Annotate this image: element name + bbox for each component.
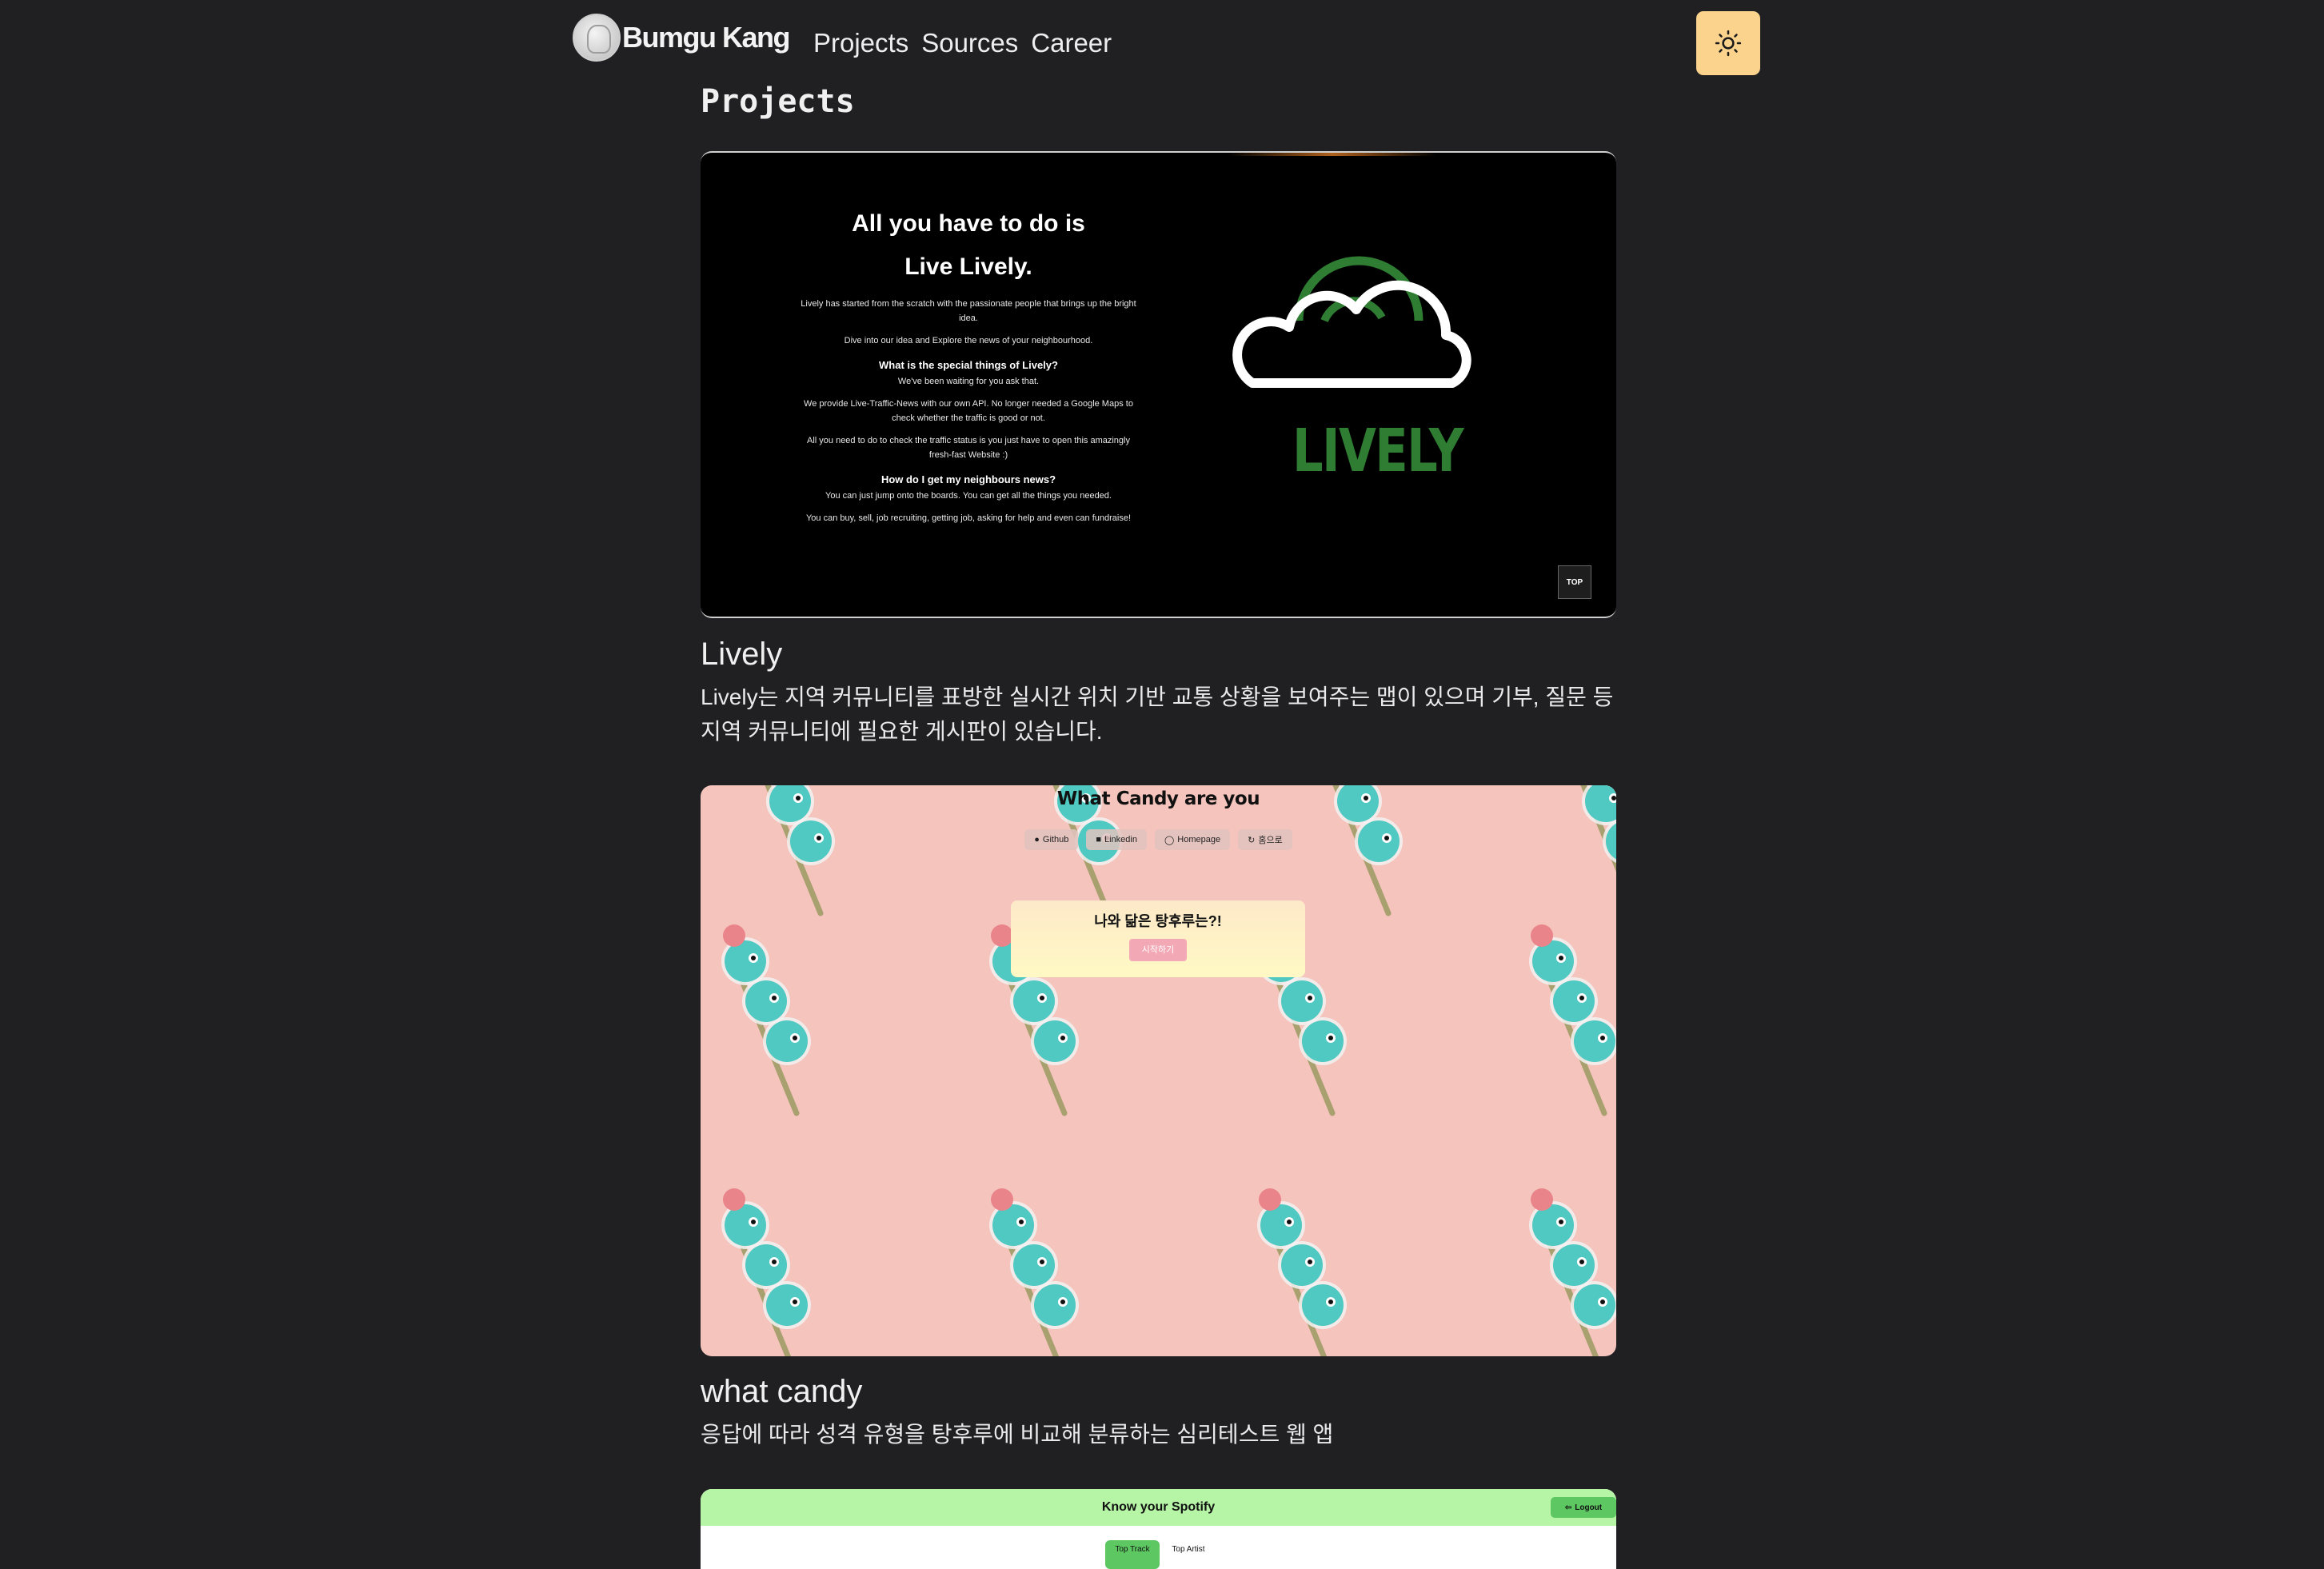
- tab-top-track[interactable]: Top Track: [1105, 1540, 1160, 1569]
- decorative-glow: [1228, 153, 1436, 156]
- lively-wordmark: LIVELY: [1292, 417, 1464, 485]
- lively-paragraph: You can buy, sell, job recruiting, getti…: [805, 513, 1132, 523]
- project-title-what-candy[interactable]: what candy: [701, 1374, 862, 1410]
- lively-subheading: How do I get my neighbours news?: [880, 473, 1056, 485]
- nav-sources[interactable]: Sources: [921, 24, 1018, 62]
- github-button[interactable]: ● Github: [1024, 829, 1079, 850]
- lively-paragraph: All you need to do to check the traffic …: [807, 436, 1130, 460]
- refresh-icon: ↻: [1248, 835, 1256, 845]
- home-logo-link[interactable]: Bumgu Kang: [573, 11, 790, 64]
- project-thumbnail-know-your-spotify[interactable]: Know your Spotify ⇦ Logout Top Track Top …: [701, 1489, 1616, 1569]
- lively-paragraph: We provide Live-Traffic-News with our ow…: [804, 399, 1133, 423]
- site-header: Bumgu Kang Projects Sources Career: [0, 0, 2324, 88]
- main-nav: Projects Sources Career: [813, 24, 1112, 62]
- linkedin-label: Linkedin: [1104, 835, 1137, 844]
- project-description-what-candy: 응답에 따라 성격 유형을 탕후루에 비교해 분류하는 심리테스트 웹 앱: [701, 1422, 1334, 1447]
- sun-icon: [1715, 30, 1742, 57]
- project-description-lively: Lively는 지역 커뮤니티를 표방한 실시간 위치 기반 교통 상황을 보여…: [701, 685, 1614, 744]
- nav-career[interactable]: Career: [1031, 24, 1112, 62]
- home-label: 홈으로: [1258, 836, 1283, 845]
- spotify-heading: Know your Spotify: [1101, 1500, 1216, 1514]
- linkedin-icon: ■: [1096, 835, 1101, 844]
- nav-projects[interactable]: Projects: [813, 24, 908, 62]
- scroll-top-button[interactable]: TOP: [1558, 565, 1591, 599]
- lively-intro-text: All you have to do is Live Lively. Livel…: [797, 202, 1140, 525]
- logout-icon: ⇦: [1564, 1503, 1572, 1512]
- github-label: Github: [1042, 835, 1069, 844]
- lively-cloud-logo: [1232, 256, 1471, 388]
- logo-text: Bumgu Kang: [622, 21, 790, 54]
- lively-paragraph: You can just jump onto the boards. You c…: [825, 491, 1112, 501]
- tab-top-artist[interactable]: Top Artist: [1161, 1540, 1216, 1569]
- lively-paragraph: Lively has started from the scratch with…: [801, 299, 1136, 323]
- theme-toggle-button[interactable]: [1696, 11, 1760, 75]
- homepage-label: Homepage: [1177, 835, 1221, 844]
- candy-link-buttons: ● Github ■ Linkedin ◯ Homepage ↻ 홈으로: [701, 829, 1616, 850]
- homepage-button[interactable]: ◯ Homepage: [1154, 829, 1231, 850]
- lively-paragraph: We've been waiting for you ask that.: [897, 377, 1040, 386]
- project-title-lively[interactable]: Lively: [701, 637, 782, 673]
- start-button[interactable]: 시작하기: [1129, 939, 1187, 961]
- github-icon: ●: [1034, 835, 1040, 844]
- candy-heading: What Candy are you: [1056, 788, 1260, 809]
- project-thumbnail-what-candy[interactable]: What Candy are you ● Github ■ Linkedin ◯ Ho…: [701, 785, 1616, 1356]
- candy-question-box: 나와 닮은 탕후루는?! 시작하기: [1011, 900, 1305, 977]
- lively-paragraph: Dive into our idea and Explore the news …: [844, 336, 1093, 345]
- avatar: [573, 14, 621, 62]
- tanghulu-pattern: [701, 785, 1616, 1356]
- home-button[interactable]: ↻ 홈으로: [1238, 829, 1292, 850]
- lively-subheading: What is the special things of Lively?: [879, 359, 1058, 371]
- candy-question: 나와 닮은 탕후루는?!: [1094, 913, 1222, 929]
- linkedin-button[interactable]: ■ Linkedin: [1086, 829, 1147, 850]
- user-icon: ◯: [1164, 835, 1175, 845]
- logout-button[interactable]: ⇦ Logout: [1551, 1497, 1616, 1518]
- project-thumbnail-lively[interactable]: All you have to do is Live Lively. Livel…: [701, 151, 1616, 618]
- lively-heading-line1: All you have to do is: [852, 210, 1085, 237]
- lively-heading-line2: Live Lively.: [904, 254, 1032, 280]
- logout-label: Logout: [1575, 1503, 1603, 1512]
- page-title: Projects: [701, 83, 855, 120]
